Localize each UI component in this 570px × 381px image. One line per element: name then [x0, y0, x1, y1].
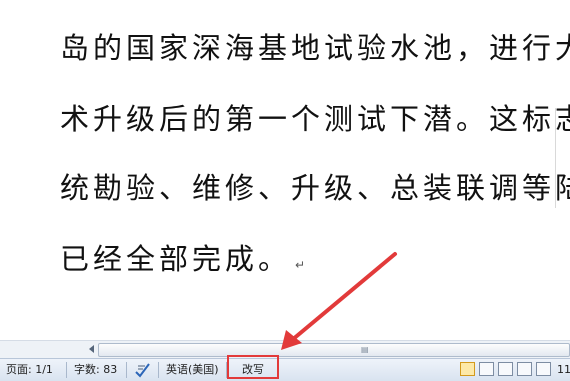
scroll-grip-icon: ▤: [361, 345, 370, 354]
draft-view-button[interactable]: [536, 362, 551, 376]
status-separator: [66, 362, 67, 378]
language-indicator[interactable]: 英语(美国): [166, 363, 219, 377]
document-text-line-4-text[interactable]: 已经全部完成。: [60, 242, 291, 276]
page-edge: [555, 108, 570, 208]
document-area[interactable]: 岛的国家深海基地试验水池，进行大修 术升级后的第一个测试下潜。这标志 统勘验、维…: [0, 0, 570, 340]
outline-view-button[interactable]: [517, 362, 532, 376]
horizontal-scrollbar[interactable]: ▤: [0, 340, 570, 359]
document-text-line-3[interactable]: 统勘验、维修、升级、总装联调等陆: [60, 170, 570, 206]
print-layout-view-button[interactable]: [460, 362, 475, 376]
horizontal-scroll-thumb[interactable]: ▤: [98, 343, 570, 357]
web-layout-view-button[interactable]: [498, 362, 513, 376]
zoom-level[interactable]: 11: [557, 363, 570, 377]
page-count[interactable]: 页面: 1/1: [6, 363, 53, 377]
highlight-box: [227, 355, 279, 379]
scroll-left-arrow-icon[interactable]: [86, 343, 98, 355]
paragraph-mark-icon: ↵: [295, 258, 306, 272]
status-separator: [158, 362, 159, 378]
document-text-line-4[interactable]: 已经全部完成。 ↵: [60, 241, 305, 283]
status-separator: [126, 362, 127, 378]
word-count[interactable]: 字数: 83: [74, 363, 117, 377]
proofing-icon[interactable]: [134, 361, 152, 378]
document-text-line-1[interactable]: 岛的国家深海基地试验水池，进行大修: [60, 30, 570, 66]
document-text-line-2[interactable]: 术升级后的第一个测试下潜。这标志: [60, 101, 570, 137]
full-screen-reading-view-button[interactable]: [479, 362, 494, 376]
status-bar: 页面: 1/1 字数: 83 英语(美国) 改写 11: [0, 355, 570, 381]
